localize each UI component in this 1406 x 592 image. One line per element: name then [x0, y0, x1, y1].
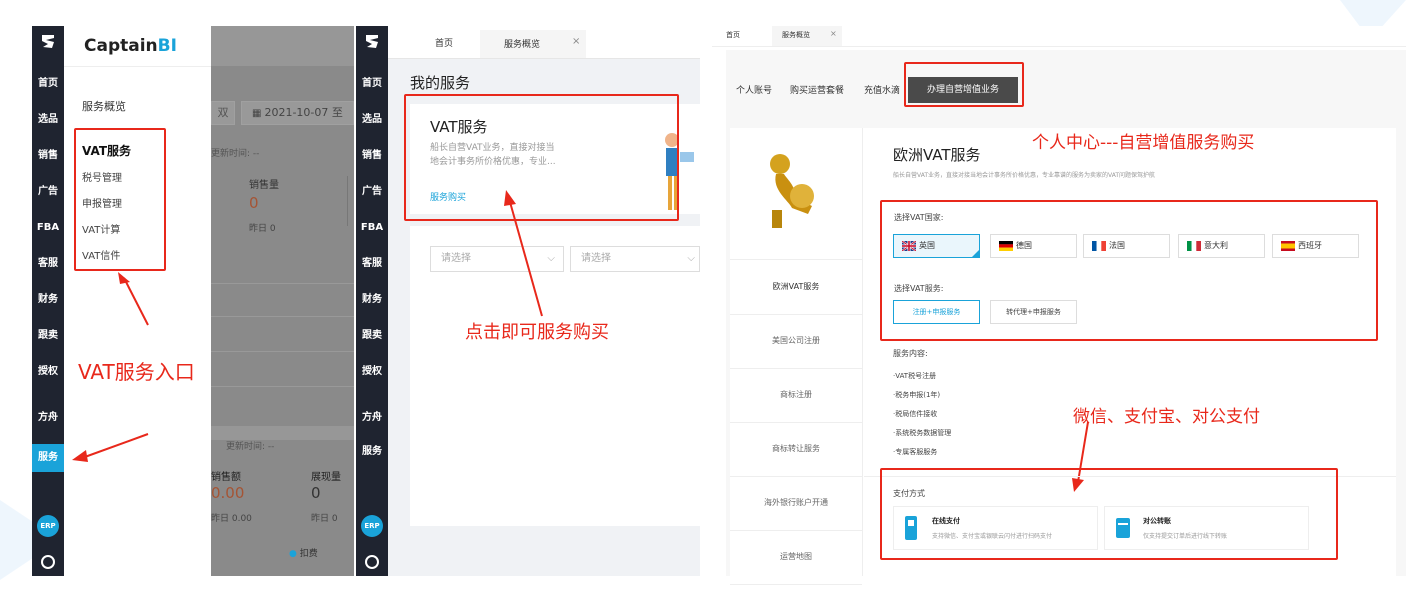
rail-item[interactable]: 首页	[32, 76, 64, 92]
annotation-payment: 微信、支付宝、对公支付	[1073, 407, 1260, 427]
bg-sales-amount-value: 0.00	[211, 484, 245, 502]
rail-item[interactable]: 广告	[356, 184, 388, 200]
left-menu-item[interactable]: 商标注册	[730, 368, 862, 423]
bg-yesterday-1: 昨日 0	[249, 224, 276, 234]
annotation-box	[74, 128, 166, 271]
product-desc: 船长自营VAT业务，直接对接当地会计事务所价格优惠，专业靠谱的服务为卖家的VAT…	[893, 172, 1156, 179]
rail-item[interactable]: 财务	[32, 292, 64, 308]
top-tab-bar: 个人账号 购买运营套餐 充值水滴 办理自营增值业务	[730, 75, 1396, 103]
rail-item[interactable]: 跟卖	[356, 328, 388, 344]
annotation-box	[880, 468, 1338, 560]
filter-select[interactable]: 请选择 ⌵	[570, 246, 700, 272]
dot-icon: ●	[289, 549, 297, 559]
panel-1-dimmed-content: 双 ▦ 2021-10-07 至 更新时间: -- 销售量 0 昨日 0 更新时间…	[211, 26, 354, 576]
bg-yesterday-2: 昨日 0.00	[211, 514, 252, 524]
brand-name: CaptainBI	[84, 36, 177, 56]
annotation-box	[904, 62, 1024, 107]
bg-sales-qty-label: 销售量	[249, 180, 279, 191]
annotation-vat-entry: VAT服务入口	[78, 360, 195, 384]
rail-item[interactable]: 方舟	[356, 410, 388, 426]
bg-yesterday-3: 昨日 0	[311, 514, 338, 524]
rail-item[interactable]: 首页	[356, 76, 388, 92]
rail-item[interactable]: 服务	[32, 444, 64, 472]
help-icon[interactable]	[41, 555, 55, 569]
top-tab-personal-account[interactable]: 个人账号	[736, 83, 772, 96]
service-content-item: ·系统税务数据管理	[893, 429, 952, 437]
left-menu-item[interactable]: 美国公司注册	[730, 314, 862, 369]
chevron-down-icon: ⌵	[687, 253, 695, 264]
tab-service-overview[interactable]: 服务概览	[782, 30, 810, 40]
service-content-item: ·税局信件接收	[893, 410, 938, 418]
bg-deduct: 扣费	[299, 549, 318, 559]
menu-service-overview[interactable]: 服务概览	[82, 98, 126, 114]
tab-service-overview[interactable]: 服务概览	[504, 37, 540, 50]
annotation-arrow	[118, 272, 149, 326]
annotation-value-added-purchase: 个人中心---自营增值服务购买	[1032, 133, 1255, 153]
erp-button[interactable]: ERP	[37, 515, 59, 537]
left-menu-item[interactable]: 商标转让服务	[730, 422, 862, 477]
service-content-item: ·税务申报(1年)	[893, 391, 941, 399]
captain-logo-icon	[42, 35, 54, 48]
rail-item[interactable]: 授权	[32, 364, 64, 380]
tab-home[interactable]: 首页	[726, 30, 740, 40]
service-content-label: 服务内容:	[893, 349, 928, 358]
captain-logo-icon	[366, 35, 378, 48]
rail-item[interactable]: 授权	[356, 364, 388, 380]
bg-date: 2021-10-07 至	[264, 106, 343, 119]
golden-figure-illustration	[770, 154, 814, 228]
service-content-item: ·专属客服服务	[893, 448, 938, 456]
annotation-box	[880, 200, 1378, 341]
panel-2-rail: 首页选品销售广告 FBA 客服财务跟卖授权方舟服务 ERP	[356, 26, 388, 576]
rail-item[interactable]: 跟卖	[32, 328, 64, 344]
annotation-click-purchase: 点击即可服务购买	[465, 322, 609, 343]
rail-item[interactable]: 广告	[32, 184, 64, 200]
panel-1-rail: 首页选品销售广告 FBA 客服财务跟卖授权方舟服务 ERP	[32, 26, 64, 576]
section-title: 我的服务	[410, 74, 471, 92]
calendar-icon: ▦	[252, 108, 262, 119]
tab-home[interactable]: 首页	[408, 34, 480, 58]
rail-item[interactable]: 服务	[356, 444, 388, 460]
rail-item[interactable]: FBA	[356, 220, 388, 236]
service-content-item: ·VAT税号注册	[893, 372, 937, 380]
rail-item[interactable]: FBA	[32, 220, 64, 236]
rail-item[interactable]: 选品	[356, 112, 388, 128]
rail-item[interactable]: 客服	[32, 256, 64, 272]
rail-item[interactable]: 方舟	[32, 410, 64, 426]
top-tab-recharge[interactable]: 充值水滴	[864, 83, 900, 96]
left-menu-item[interactable]: 海外银行账户开通	[730, 476, 862, 531]
left-menu-item[interactable]: 运营地图	[730, 530, 862, 585]
left-menu-item[interactable]: 欧洲VAT服务	[730, 260, 862, 315]
top-tab-buy-package[interactable]: 购买运营套餐	[790, 83, 844, 96]
bg-impr-value: 0	[311, 484, 321, 502]
bg-update-2: 更新时间: --	[226, 442, 275, 452]
rail-item[interactable]: 选品	[32, 112, 64, 128]
erp-button[interactable]: ERP	[361, 515, 383, 537]
rail-item[interactable]: 财务	[356, 292, 388, 308]
bg-sales-amount-label: 销售额	[211, 472, 241, 483]
bg-impr-label: 展现量	[311, 472, 341, 483]
bg-date-prefix: 双	[211, 101, 235, 125]
annotation-arrow	[72, 433, 149, 462]
close-icon[interactable]: ×	[572, 36, 580, 47]
help-icon[interactable]	[365, 555, 379, 569]
annotation-arrow	[504, 190, 543, 317]
close-icon[interactable]: ×	[830, 29, 837, 38]
bg-update-1: 更新时间: --	[211, 149, 260, 159]
bg-sales-qty-value: 0	[249, 194, 259, 212]
rail-item[interactable]: 客服	[356, 256, 388, 272]
rail-item[interactable]: 销售	[32, 148, 64, 164]
product-title: 欧洲VAT服务	[893, 146, 981, 164]
rail-item[interactable]: 销售	[356, 148, 388, 164]
